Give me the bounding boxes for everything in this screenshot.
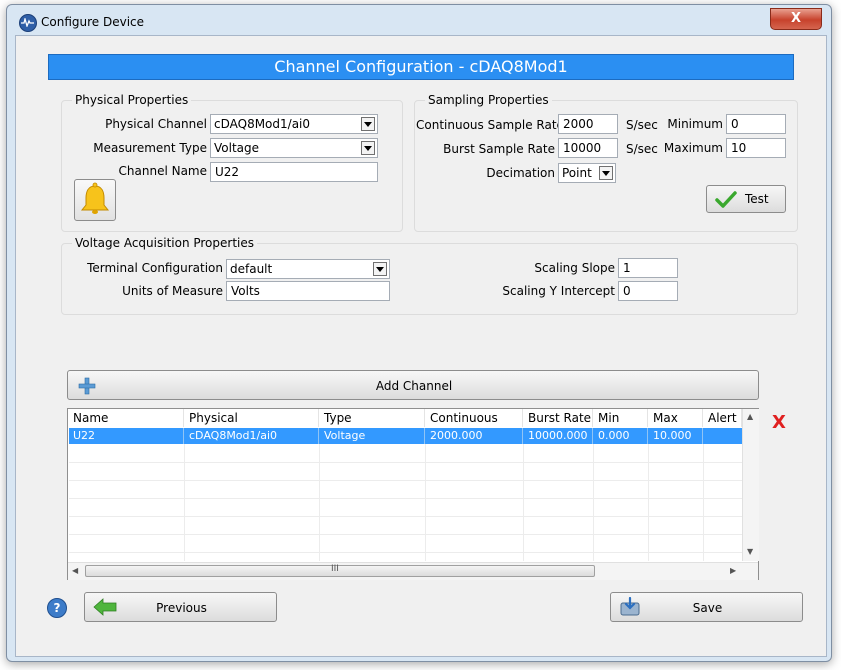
physical-channel-select[interactable]: cDAQ8Mod1/ai0 bbox=[210, 114, 378, 134]
measurement-type-label: Measurement Type bbox=[93, 141, 207, 155]
column-divider bbox=[703, 444, 704, 561]
channel-name-field[interactable]: U22 bbox=[210, 162, 378, 182]
row-divider bbox=[69, 516, 742, 517]
help-icon[interactable]: ? bbox=[47, 598, 67, 618]
sampling-properties-title: Sampling Properties bbox=[425, 93, 552, 107]
voltage-acquisition-title: Voltage Acquisition Properties bbox=[72, 236, 258, 250]
add-channel-button[interactable]: Add Channel bbox=[67, 370, 759, 400]
app-waveform-icon bbox=[19, 14, 37, 32]
column-divider bbox=[648, 444, 649, 561]
save-button-label: Save bbox=[692, 601, 723, 615]
chevron-down-icon[interactable] bbox=[599, 166, 613, 180]
scroll-up-icon[interactable]: ▲ bbox=[747, 412, 753, 421]
cell-physical[interactable]: cDAQ8Mod1/ai0 bbox=[184, 428, 319, 444]
decimation-label: Decimation bbox=[486, 166, 555, 180]
channel-configuration-banner: Channel Configuration - cDAQ8Mod1 bbox=[48, 54, 794, 80]
continuous-sample-rate-field[interactable]: 2000 bbox=[558, 114, 618, 134]
test-button[interactable]: Test bbox=[706, 185, 786, 213]
previous-button-label: Previous bbox=[156, 601, 207, 615]
save-button[interactable]: Save bbox=[610, 592, 803, 622]
cell-max[interactable]: 10.000 bbox=[648, 428, 703, 444]
scaling-y-intercept-field[interactable]: 0 bbox=[618, 281, 678, 301]
alert-bell-button[interactable] bbox=[74, 179, 116, 221]
measurement-type-value: Voltage bbox=[214, 141, 260, 155]
scroll-right-icon[interactable]: ▶ bbox=[730, 566, 736, 575]
column-header-max[interactable]: Max bbox=[648, 409, 703, 427]
row-divider bbox=[69, 480, 742, 481]
column-divider bbox=[593, 444, 594, 561]
physical-properties-title: Physical Properties bbox=[72, 93, 192, 107]
bell-icon bbox=[80, 182, 110, 214]
terminal-configuration-label: Terminal Configuration bbox=[87, 261, 223, 275]
minimum-field[interactable]: 0 bbox=[726, 114, 786, 134]
chevron-down-icon[interactable] bbox=[361, 117, 375, 131]
dialog-client-area: Channel Configuration - cDAQ8Mod1 Physic… bbox=[15, 35, 827, 657]
vertical-scrollbar[interactable]: ▲ ▼ bbox=[742, 409, 759, 561]
column-header-alert[interactable]: Alert bbox=[703, 409, 742, 427]
title-bar: Configure Device X bbox=[7, 5, 831, 39]
configure-device-window: Configure Device X Channel Configuration… bbox=[6, 4, 832, 662]
channel-table[interactable]: Name Physical Type Continuous Rate Burst… bbox=[67, 408, 759, 580]
scroll-down-icon[interactable]: ▼ bbox=[747, 547, 753, 556]
test-button-label: Test bbox=[745, 192, 769, 206]
row-divider bbox=[69, 552, 742, 553]
continuous-sample-rate-label: Continuous Sample Rate bbox=[416, 118, 564, 132]
maximum-field[interactable]: 10 bbox=[726, 138, 786, 158]
chevron-down-icon[interactable] bbox=[361, 141, 375, 155]
cell-type[interactable]: Voltage bbox=[319, 428, 425, 444]
scaling-slope-field[interactable]: 1 bbox=[618, 258, 678, 278]
cell-continuous-rate[interactable]: 2000.000 bbox=[425, 428, 523, 444]
units-of-measure-field[interactable]: Volts bbox=[226, 281, 390, 301]
decimation-select[interactable]: Point bbox=[558, 163, 616, 183]
cell-name[interactable]: U22 bbox=[68, 428, 184, 444]
burst-rate-unit: S/sec bbox=[626, 142, 658, 156]
cell-burst-rate[interactable]: 10000.000 bbox=[523, 428, 593, 444]
previous-button[interactable]: Previous bbox=[84, 592, 277, 622]
measurement-type-select[interactable]: Voltage bbox=[210, 138, 378, 158]
column-header-continuous-rate[interactable]: Continuous Rate bbox=[425, 409, 523, 443]
horizontal-scroll-thumb[interactable]: III bbox=[85, 564, 595, 577]
burst-sample-rate-field[interactable]: 10000 bbox=[558, 138, 618, 158]
horizontal-scrollbar[interactable]: ◀ III ▶ bbox=[68, 562, 758, 580]
column-divider bbox=[425, 444, 426, 561]
column-divider bbox=[523, 444, 524, 561]
column-header-name[interactable]: Name bbox=[68, 409, 184, 427]
row-divider bbox=[69, 462, 742, 463]
row-divider bbox=[69, 498, 742, 499]
column-header-burst-rate[interactable]: Burst Rate bbox=[523, 409, 593, 427]
scroll-left-icon[interactable]: ◀ bbox=[72, 566, 78, 575]
scaling-slope-label: Scaling Slope bbox=[534, 261, 615, 275]
maximum-label: Maximum bbox=[663, 141, 723, 155]
scaling-y-intercept-label: Scaling Y Intercept bbox=[502, 284, 615, 298]
channel-name-label: Channel Name bbox=[118, 164, 207, 178]
scroll-grip: III bbox=[331, 564, 339, 574]
terminal-configuration-value: default bbox=[230, 262, 273, 276]
physical-channel-value: cDAQ8Mod1/ai0 bbox=[214, 117, 311, 131]
burst-sample-rate-label: Burst Sample Rate bbox=[443, 142, 555, 156]
minimum-label: Minimum bbox=[667, 117, 723, 131]
column-divider bbox=[319, 444, 320, 561]
terminal-configuration-select[interactable]: default bbox=[226, 259, 390, 279]
continuous-rate-unit: S/sec bbox=[626, 118, 658, 132]
decimation-value: Point bbox=[562, 166, 592, 180]
column-header-type[interactable]: Type bbox=[319, 409, 425, 427]
column-header-min[interactable]: Min bbox=[593, 409, 648, 427]
row-divider bbox=[69, 534, 742, 535]
delete-channel-icon[interactable]: X bbox=[772, 412, 786, 433]
cell-alert[interactable] bbox=[703, 428, 742, 444]
window-title: Configure Device bbox=[41, 15, 145, 29]
column-header-physical[interactable]: Physical bbox=[184, 409, 319, 427]
add-channel-label: Add Channel bbox=[375, 379, 453, 393]
cell-min[interactable]: 0.000 bbox=[593, 428, 648, 444]
chevron-down-icon[interactable] bbox=[373, 262, 387, 276]
checkmark-icon bbox=[715, 191, 737, 208]
voltage-acquisition-group: Voltage Acquisition Properties bbox=[61, 236, 798, 315]
physical-channel-label: Physical Channel bbox=[105, 117, 207, 131]
units-of-measure-label: Units of Measure bbox=[122, 284, 223, 298]
column-divider bbox=[184, 444, 185, 561]
close-window-button[interactable]: X bbox=[770, 8, 822, 30]
